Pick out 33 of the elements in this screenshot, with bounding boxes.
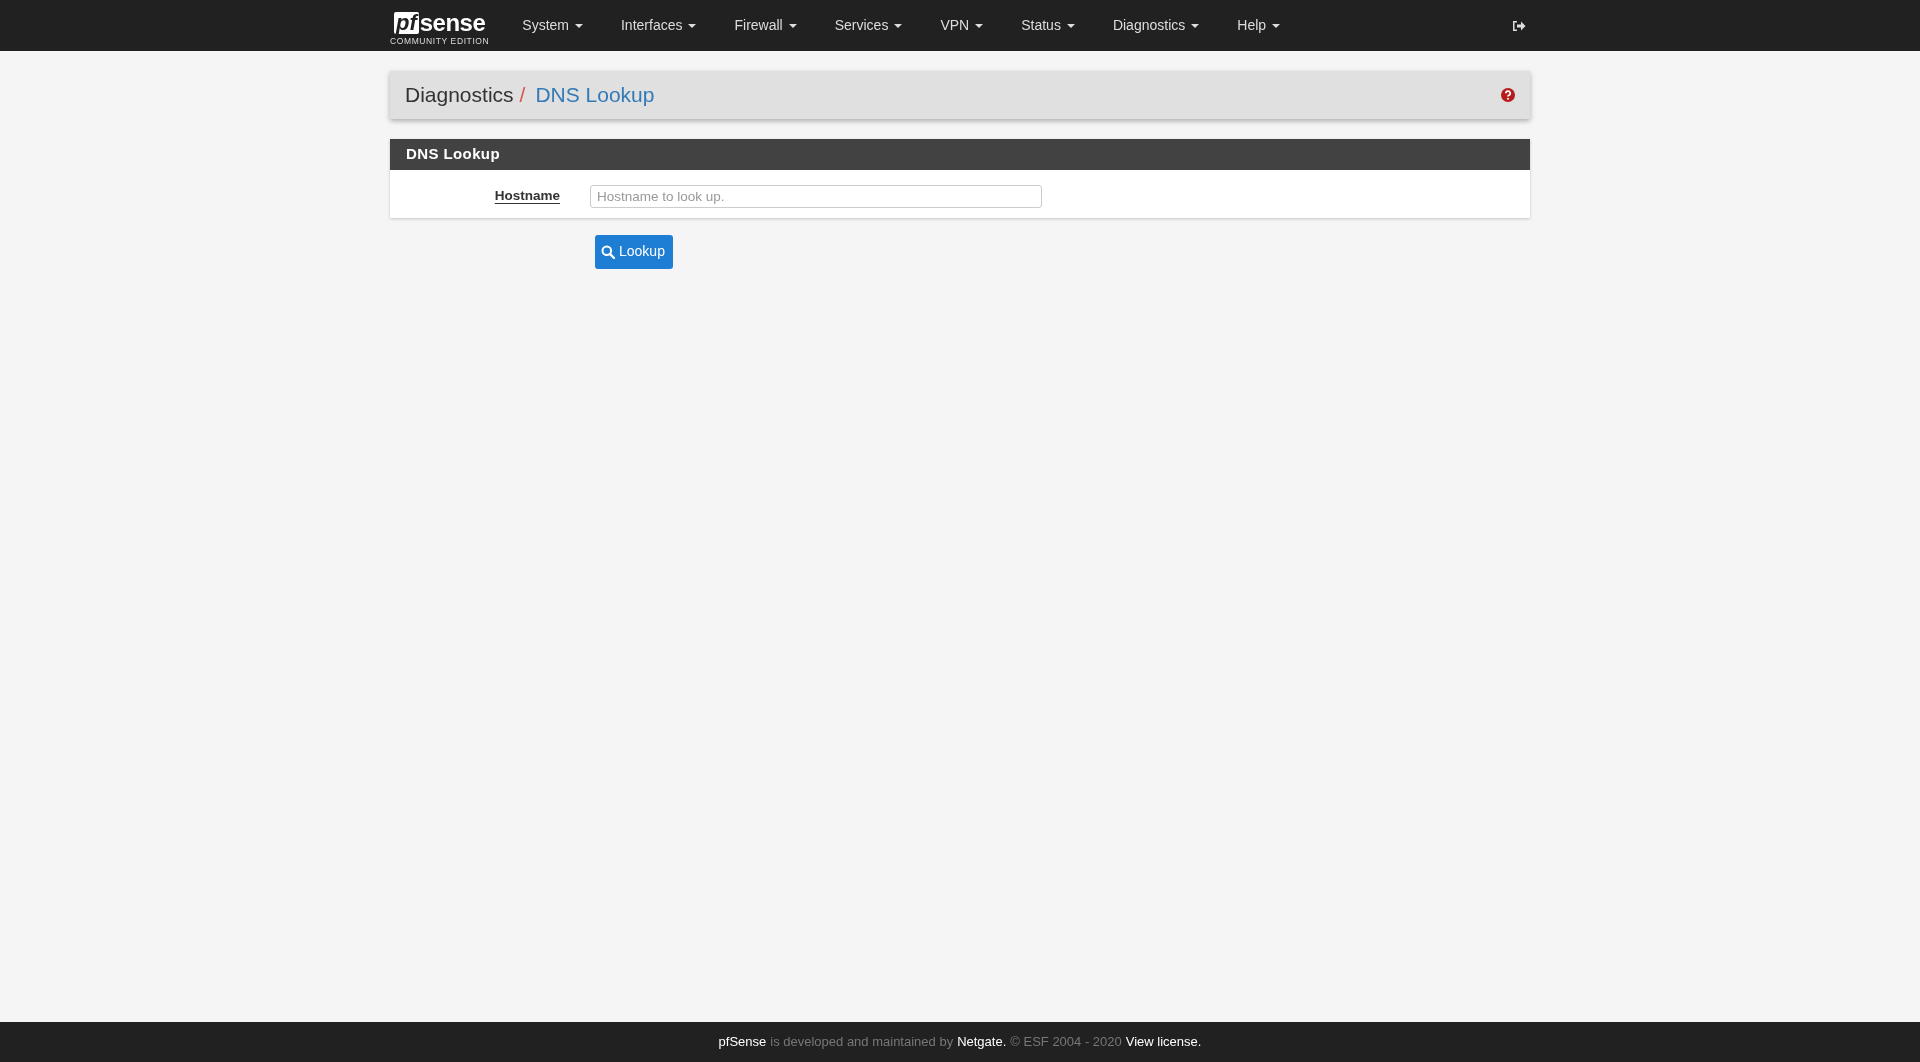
logo-mark: pf bbox=[394, 11, 419, 34]
logo-name: sense bbox=[419, 11, 486, 34]
lookup-button[interactable]: Lookup bbox=[595, 234, 673, 269]
caret-icon bbox=[575, 23, 583, 28]
caret-icon bbox=[1272, 23, 1281, 28]
help-icon[interactable] bbox=[1501, 88, 1515, 102]
nav-menu[interactable]: Help bbox=[1218, 0, 1300, 51]
logo-edition: COMMUNITY EDITION bbox=[390, 36, 490, 46]
footer-text: © ESF 2004 - 2020 bbox=[1010, 1033, 1122, 1052]
caret-icon bbox=[894, 23, 903, 28]
nav-menu[interactable]: Diagnostics bbox=[1093, 0, 1219, 51]
panel-heading: DNS Lookup bbox=[390, 139, 1530, 170]
nav-menu[interactable]: Status bbox=[1002, 0, 1094, 51]
logout-icon[interactable] bbox=[1512, 19, 1526, 32]
footer-link[interactable]: View license. bbox=[1125, 1032, 1202, 1052]
caret-icon bbox=[1066, 23, 1075, 28]
footer-text: is developed and maintained by bbox=[770, 1033, 954, 1052]
nav-menu[interactable]: Services bbox=[815, 0, 922, 51]
caret-icon bbox=[975, 23, 984, 28]
nav-menu[interactable]: Interfaces bbox=[602, 0, 716, 51]
breadcrumb-separator: / bbox=[519, 82, 526, 109]
nav-menu[interactable]: Firewall bbox=[715, 0, 816, 51]
nav-menu[interactable]: System bbox=[503, 0, 602, 51]
hostname-field[interactable]: Hostname to look up. bbox=[590, 184, 1042, 208]
footer-link[interactable]: Netgate. bbox=[957, 1032, 1007, 1052]
nav-menu[interactable]: VPN bbox=[921, 0, 1003, 51]
footer-link[interactable]: pfSense bbox=[718, 1032, 767, 1052]
search-icon bbox=[601, 244, 615, 259]
caret-icon bbox=[688, 23, 697, 28]
caret-icon bbox=[788, 23, 797, 28]
caret-icon bbox=[1191, 23, 1200, 28]
field-label: Hostname bbox=[493, 186, 560, 205]
breadcrumb-parent: Diagnostics bbox=[405, 82, 514, 109]
